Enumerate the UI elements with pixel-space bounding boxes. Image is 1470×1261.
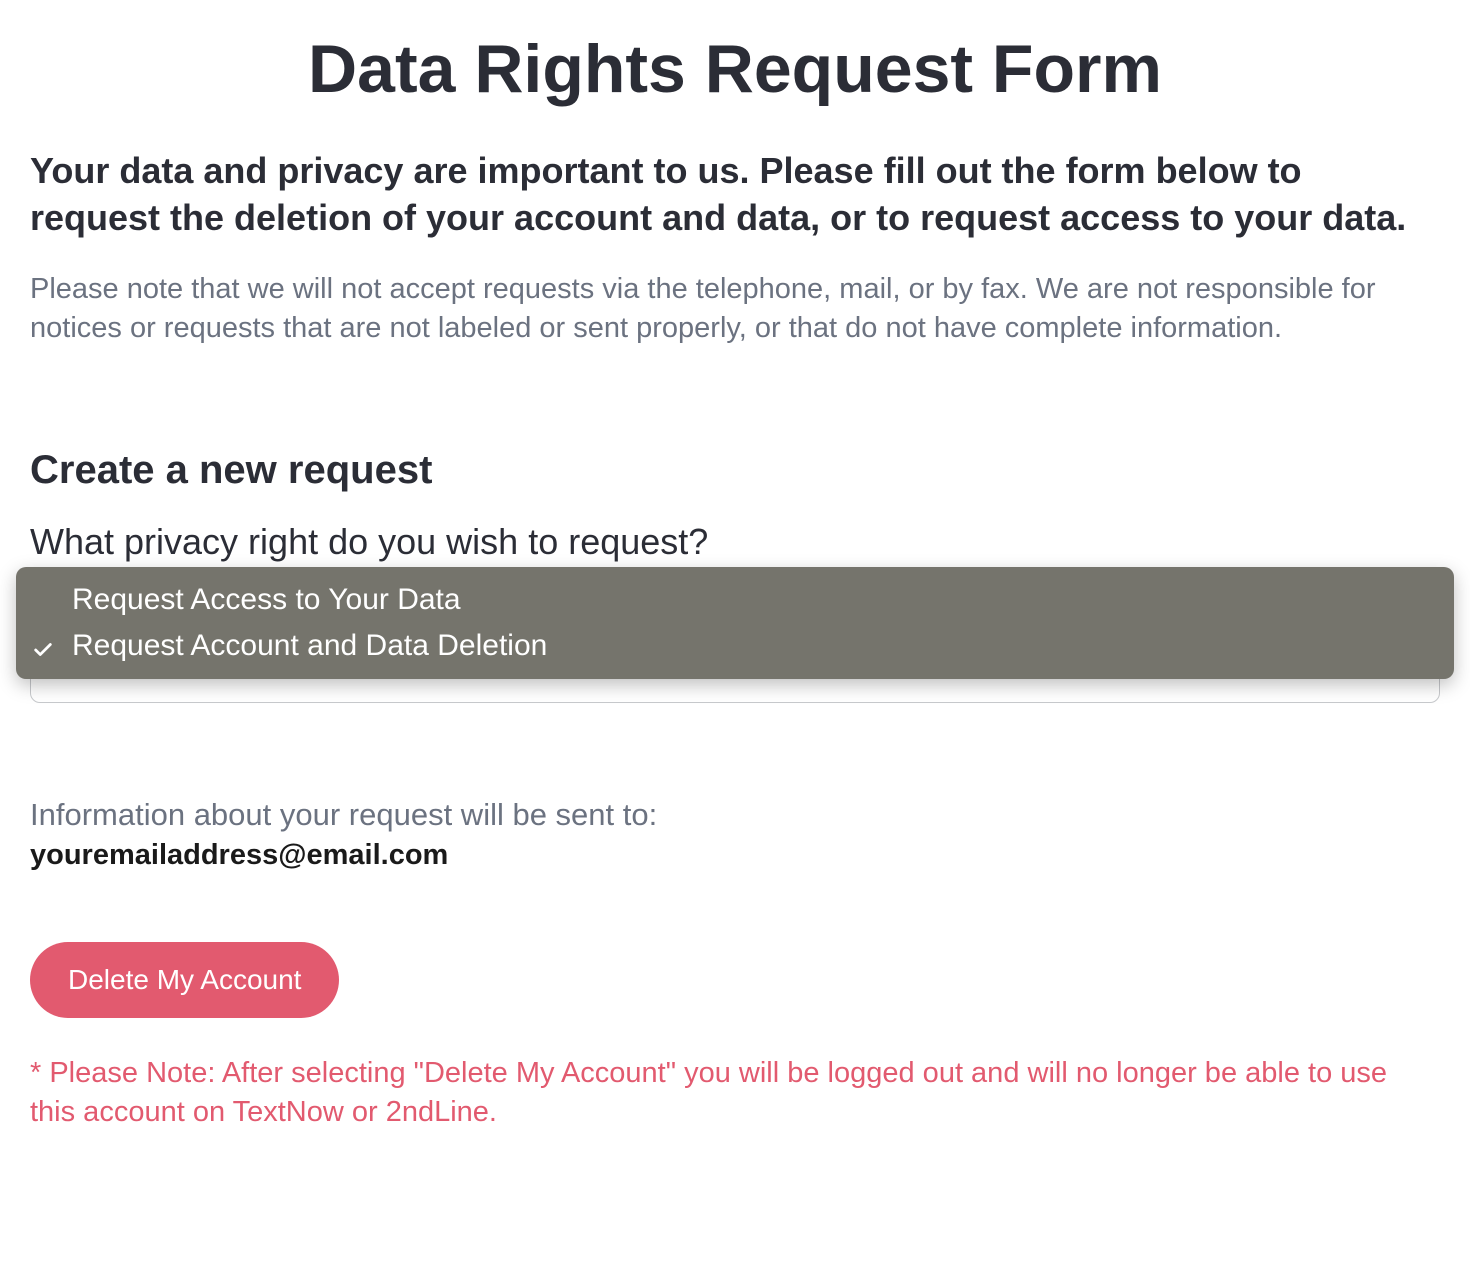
info-sent-to-label: Information about your request will be s…	[30, 797, 1440, 833]
disclaimer-text: Please note that we will not accept requ…	[30, 270, 1440, 348]
page-title: Data Rights Request Form	[30, 30, 1440, 108]
privacy-right-dropdown-list: Request Access to Your Data Request Acco…	[16, 567, 1454, 679]
dropdown-option-label: Request Account and Data Deletion	[72, 629, 547, 662]
delete-warning-text: * Please Note: After selecting "Delete M…	[30, 1054, 1440, 1132]
privacy-right-select[interactable]: Request Access to Your Data Request Acco…	[30, 567, 1440, 707]
check-icon	[32, 635, 54, 657]
privacy-right-question: What privacy right do you wish to reques…	[30, 521, 1440, 563]
dropdown-option-label: Request Access to Your Data	[72, 583, 461, 616]
section-title: Create a new request	[30, 448, 1440, 493]
user-email: youremailaddress@email.com	[30, 839, 1440, 872]
dropdown-option-delete-account[interactable]: Request Account and Data Deletion	[16, 623, 1454, 669]
dropdown-option-access-data[interactable]: Request Access to Your Data	[16, 577, 1454, 623]
delete-my-account-button[interactable]: Delete My Account	[30, 942, 339, 1018]
intro-text: Your data and privacy are important to u…	[30, 148, 1440, 242]
